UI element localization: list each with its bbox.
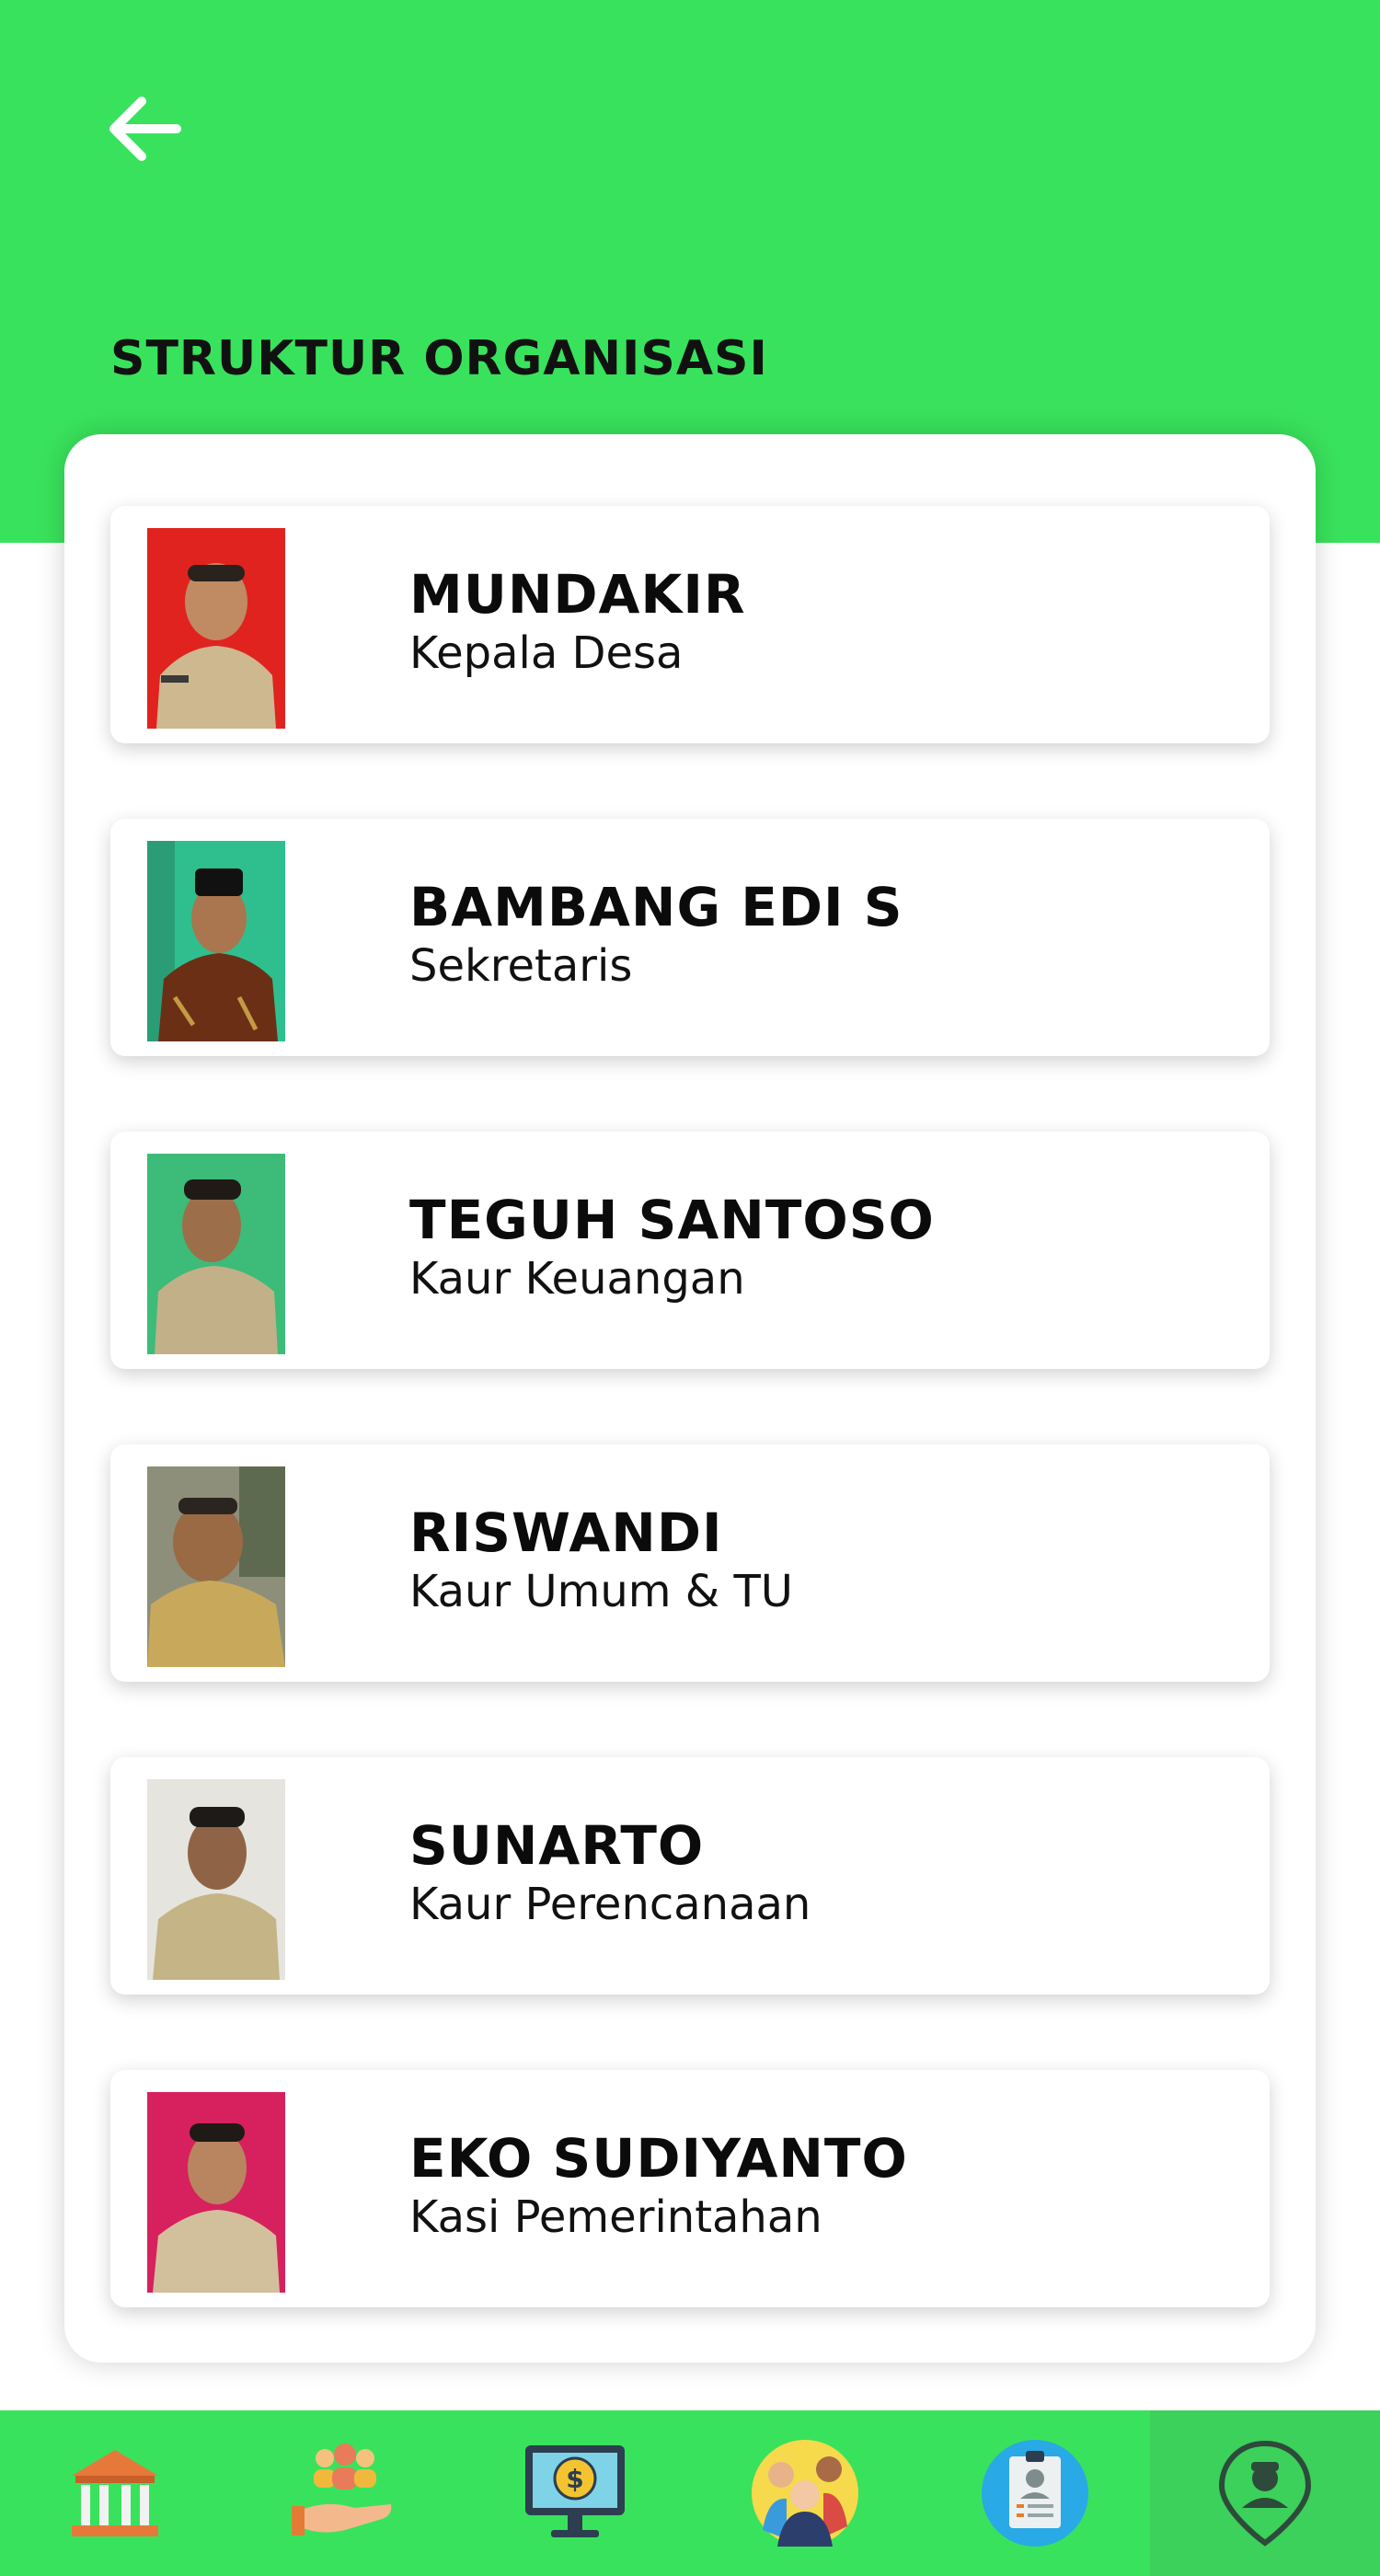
member-photo bbox=[147, 1154, 285, 1354]
member-card[interactable]: RISWANDI Kaur Umum & TU bbox=[110, 1444, 1270, 1682]
member-name: RISWANDI bbox=[409, 1501, 723, 1564]
member-role: Kaur Keuangan bbox=[409, 1253, 745, 1305]
nav-item-bank[interactable] bbox=[0, 2410, 230, 2576]
member-photo bbox=[147, 528, 285, 729]
nav-item-finance[interactable]: $ bbox=[460, 2410, 690, 2576]
location-person-icon bbox=[1218, 2440, 1312, 2547]
member-name: SUNARTO bbox=[409, 1814, 705, 1877]
page-title: STRUKTUR ORGANISASI bbox=[110, 331, 768, 386]
member-name: BAMBANG EDI S bbox=[409, 876, 903, 938]
member-role: Kaur Umum & TU bbox=[409, 1566, 793, 1617]
member-photo bbox=[147, 1779, 285, 1980]
bottom-navigation: $ bbox=[0, 2410, 1380, 2576]
member-photo bbox=[147, 1466, 285, 1667]
bank-building-icon bbox=[72, 2450, 158, 2536]
arrow-left-icon bbox=[109, 97, 181, 161]
member-photo bbox=[147, 841, 285, 1041]
member-role: Sekretaris bbox=[409, 940, 633, 992]
member-role: Kasi Pemerintahan bbox=[409, 2191, 822, 2243]
member-card[interactable]: BAMBANG EDI S Sekretaris bbox=[110, 819, 1270, 1056]
member-name: EKO SUDIYANTO bbox=[409, 2127, 908, 2190]
member-card[interactable]: SUNARTO Kaur Perencanaan bbox=[110, 1757, 1270, 1995]
nav-item-profile[interactable] bbox=[920, 2410, 1150, 2576]
member-list-panel: MUNDAKIR Kepala Desa BAMBANG EDI S Sekre… bbox=[64, 434, 1316, 2363]
nav-item-location[interactable] bbox=[1150, 2410, 1380, 2576]
group-people-icon bbox=[752, 2440, 858, 2547]
svg-text:$: $ bbox=[566, 2464, 583, 2494]
member-role: Kepala Desa bbox=[409, 627, 684, 679]
id-card-icon bbox=[982, 2440, 1088, 2547]
member-role: Kaur Perencanaan bbox=[409, 1879, 811, 1930]
member-card[interactable]: TEGUH SANTOSO Kaur Keuangan bbox=[110, 1132, 1270, 1369]
monitor-money-icon: $ bbox=[525, 2445, 625, 2537]
member-name: MUNDAKIR bbox=[409, 563, 746, 626]
nav-item-people[interactable] bbox=[690, 2410, 920, 2576]
nav-item-community[interactable] bbox=[230, 2410, 460, 2576]
people-hand-icon bbox=[292, 2444, 392, 2536]
member-photo bbox=[147, 2092, 285, 2293]
member-card[interactable]: EKO SUDIYANTO Kasi Pemerintahan bbox=[110, 2070, 1270, 2307]
member-name: TEGUH SANTOSO bbox=[409, 1189, 935, 1251]
back-button[interactable] bbox=[96, 85, 191, 173]
member-card[interactable]: MUNDAKIR Kepala Desa bbox=[110, 506, 1270, 743]
